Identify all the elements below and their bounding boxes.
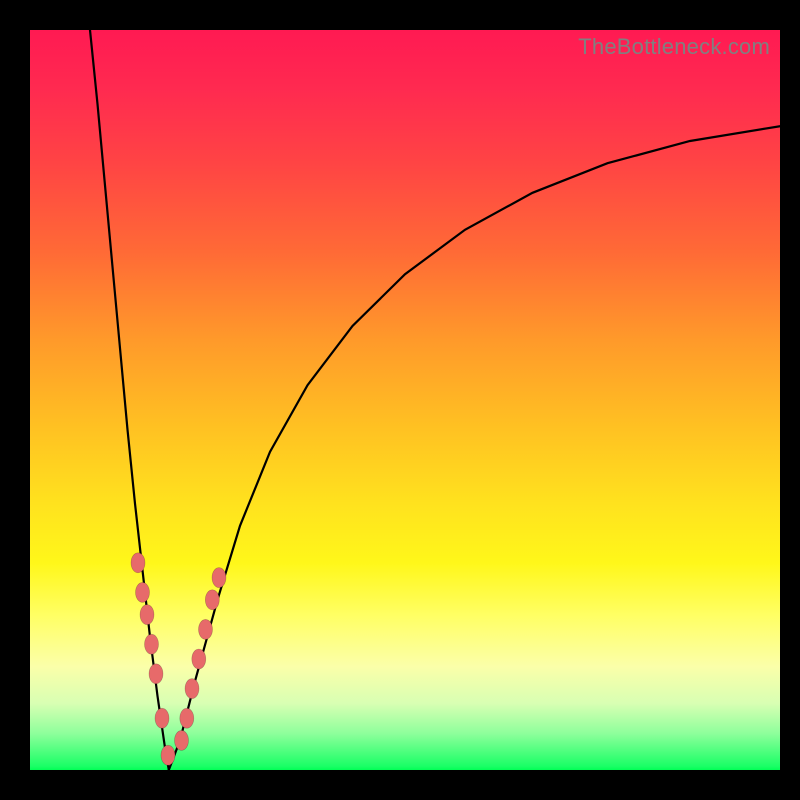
plot-area: TheBottleneck.com — [30, 30, 780, 770]
scatter-dot — [175, 730, 189, 750]
scatter-dot — [180, 708, 194, 728]
scatter-dot — [136, 582, 150, 602]
scatter-dot — [155, 708, 169, 728]
scatter-dot — [192, 649, 206, 669]
scatter-dots-group — [131, 553, 226, 765]
scatter-dot — [199, 619, 213, 639]
scatter-dot — [205, 590, 219, 610]
scatter-dot — [149, 664, 163, 684]
scatter-dot — [140, 605, 154, 625]
scatter-dot — [145, 634, 159, 654]
curve-right-branch — [169, 126, 780, 770]
chart-frame: TheBottleneck.com — [0, 0, 800, 800]
scatter-dot — [185, 679, 199, 699]
curve-left-branch — [90, 30, 169, 770]
scatter-dot — [212, 568, 226, 588]
watermark-label: TheBottleneck.com — [578, 34, 770, 60]
scatter-dot — [161, 745, 175, 765]
bottleneck-curve-svg — [30, 30, 780, 770]
scatter-dot — [131, 553, 145, 573]
